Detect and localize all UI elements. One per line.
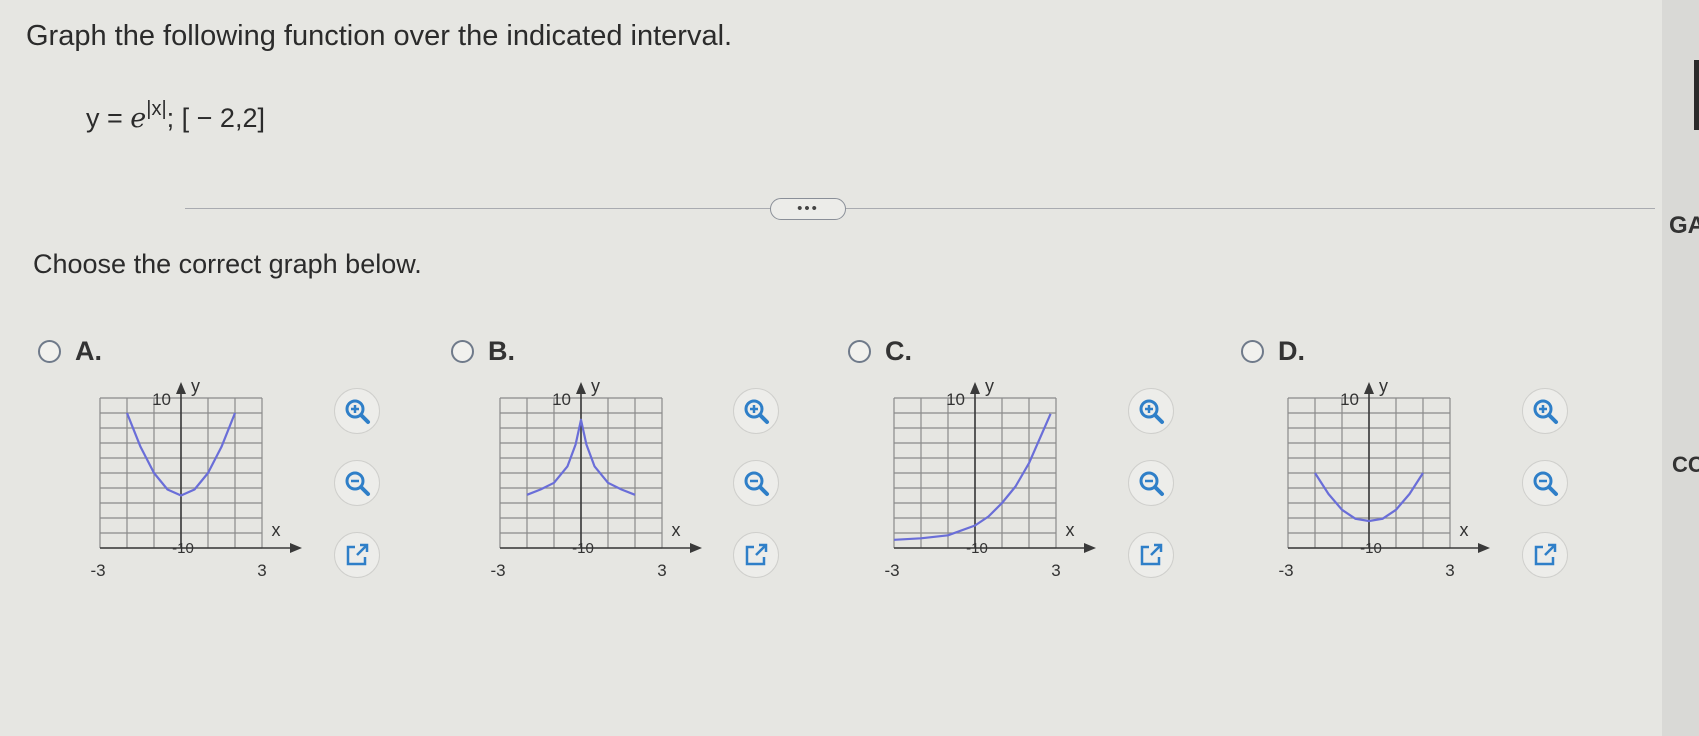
graph-b-svg: y x 10 -10 -3 3 xyxy=(490,376,702,580)
zoom-in-icon xyxy=(1139,399,1164,424)
y-tick-label-bottom: -10 xyxy=(1360,540,1382,557)
y-tick-label-bottom: -10 xyxy=(172,540,194,557)
external-link-icon xyxy=(745,543,768,566)
side-panel-text-top: GA xyxy=(1669,212,1699,239)
option-c-radio[interactable] xyxy=(848,340,871,363)
y-axis-label: y xyxy=(1379,376,1388,396)
x-tick-label-right: 3 xyxy=(257,561,266,580)
x-tick-label-right: 3 xyxy=(1445,561,1454,580)
graph-c: y x 10 -10 -3 3 xyxy=(876,376,1116,640)
function-interval: ; [ − 2,2] xyxy=(166,103,265,133)
open-external-button-d[interactable] xyxy=(1522,532,1568,578)
option-a[interactable]: A. xyxy=(38,336,102,367)
y-tick-label-top: 10 xyxy=(1340,390,1359,409)
zoom-out-button-b[interactable] xyxy=(733,460,779,506)
answer-prompt: Choose the correct graph below. xyxy=(33,249,422,279)
open-external-button-c[interactable] xyxy=(1128,532,1174,578)
graph-c-svg: y x 10 -10 -3 3 xyxy=(884,376,1096,580)
option-b-label: B. xyxy=(488,336,515,366)
x-axis-arrow xyxy=(690,543,702,553)
x-axis-label: x xyxy=(1066,520,1075,540)
zoom-out-button-c[interactable] xyxy=(1128,460,1174,506)
y-axis-label: y xyxy=(591,376,600,396)
y-axis-label: y xyxy=(191,376,200,396)
graph-d-svg: y x 10 -10 -3 3 xyxy=(1278,376,1490,580)
zoom-out-icon xyxy=(1139,471,1164,496)
option-d-label: D. xyxy=(1278,336,1305,366)
zoom-out-button-a[interactable] xyxy=(334,460,380,506)
open-external-button-b[interactable] xyxy=(733,532,779,578)
x-axis-label: x xyxy=(1460,520,1469,540)
question-title: Graph the following function over the in… xyxy=(26,20,733,52)
x-axis-arrow xyxy=(1478,543,1490,553)
graph-a: y x 10 -10 -3 3 xyxy=(82,376,322,640)
zoom-in-button-d[interactable] xyxy=(1522,388,1568,434)
zoom-out-icon xyxy=(345,471,370,496)
app-root: Graph the following function over the in… xyxy=(0,0,1699,736)
function-base: e xyxy=(130,103,147,134)
function-lhs: y = xyxy=(86,103,131,133)
open-external-button-a[interactable] xyxy=(334,532,380,578)
option-c[interactable]: C. xyxy=(848,336,912,367)
y-axis-arrow xyxy=(576,382,586,394)
zoom-in-button-b[interactable] xyxy=(733,388,779,434)
y-axis-arrow xyxy=(970,382,980,394)
option-a-label: A. xyxy=(75,336,102,366)
x-tick-label-left: -3 xyxy=(490,561,505,580)
function-exponent: |x| xyxy=(146,98,167,120)
option-c-label: C. xyxy=(885,336,912,366)
curve-line xyxy=(893,413,1052,541)
external-link-icon xyxy=(1140,543,1163,566)
x-axis-label: x xyxy=(672,520,681,540)
function-expression: y = e|x|; [ − 2,2] xyxy=(86,98,265,134)
option-d[interactable]: D. xyxy=(1241,336,1305,367)
external-link-icon xyxy=(1534,543,1557,566)
y-axis-arrow xyxy=(1364,382,1374,394)
option-b-radio[interactable] xyxy=(451,340,474,363)
y-tick-label-bottom: -10 xyxy=(966,540,988,557)
x-tick-label-left: -3 xyxy=(90,561,105,580)
more-options-button[interactable]: ••• xyxy=(770,198,846,220)
graph-b: y x 10 -10 -3 3 xyxy=(482,376,722,640)
external-link-icon xyxy=(346,543,369,566)
zoom-in-button-a[interactable] xyxy=(334,388,380,434)
y-tick-label-bottom: -10 xyxy=(572,540,594,557)
zoom-in-button-c[interactable] xyxy=(1128,388,1174,434)
x-tick-label-right: 3 xyxy=(1051,561,1060,580)
x-axis-arrow xyxy=(1084,543,1096,553)
graph-d: y x 10 -10 -3 3 xyxy=(1270,376,1510,640)
x-axis-label: x xyxy=(272,520,281,540)
zoom-out-icon xyxy=(744,471,769,496)
section-divider xyxy=(185,208,1655,209)
side-panel-edge xyxy=(1694,60,1699,130)
side-panel-text-mid: CC xyxy=(1672,452,1699,477)
zoom-out-icon xyxy=(1533,471,1558,496)
option-a-radio[interactable] xyxy=(38,340,61,363)
option-b[interactable]: B. xyxy=(451,336,515,367)
zoom-out-button-d[interactable] xyxy=(1522,460,1568,506)
x-tick-label-left: -3 xyxy=(1278,561,1293,580)
graph-a-svg: y x 10 -10 -3 3 xyxy=(90,376,302,580)
y-tick-label-top: 10 xyxy=(152,390,171,409)
zoom-in-icon xyxy=(345,399,370,424)
option-d-radio[interactable] xyxy=(1241,340,1264,363)
y-axis-arrow xyxy=(176,382,186,394)
zoom-in-icon xyxy=(1533,399,1558,424)
y-tick-label-top: 10 xyxy=(552,390,571,409)
x-tick-label-left: -3 xyxy=(884,561,899,580)
y-axis-label: y xyxy=(985,376,994,396)
x-tick-label-right: 3 xyxy=(657,561,666,580)
x-axis-arrow xyxy=(290,543,302,553)
y-tick-label-top: 10 xyxy=(946,390,965,409)
zoom-in-icon xyxy=(744,399,769,424)
